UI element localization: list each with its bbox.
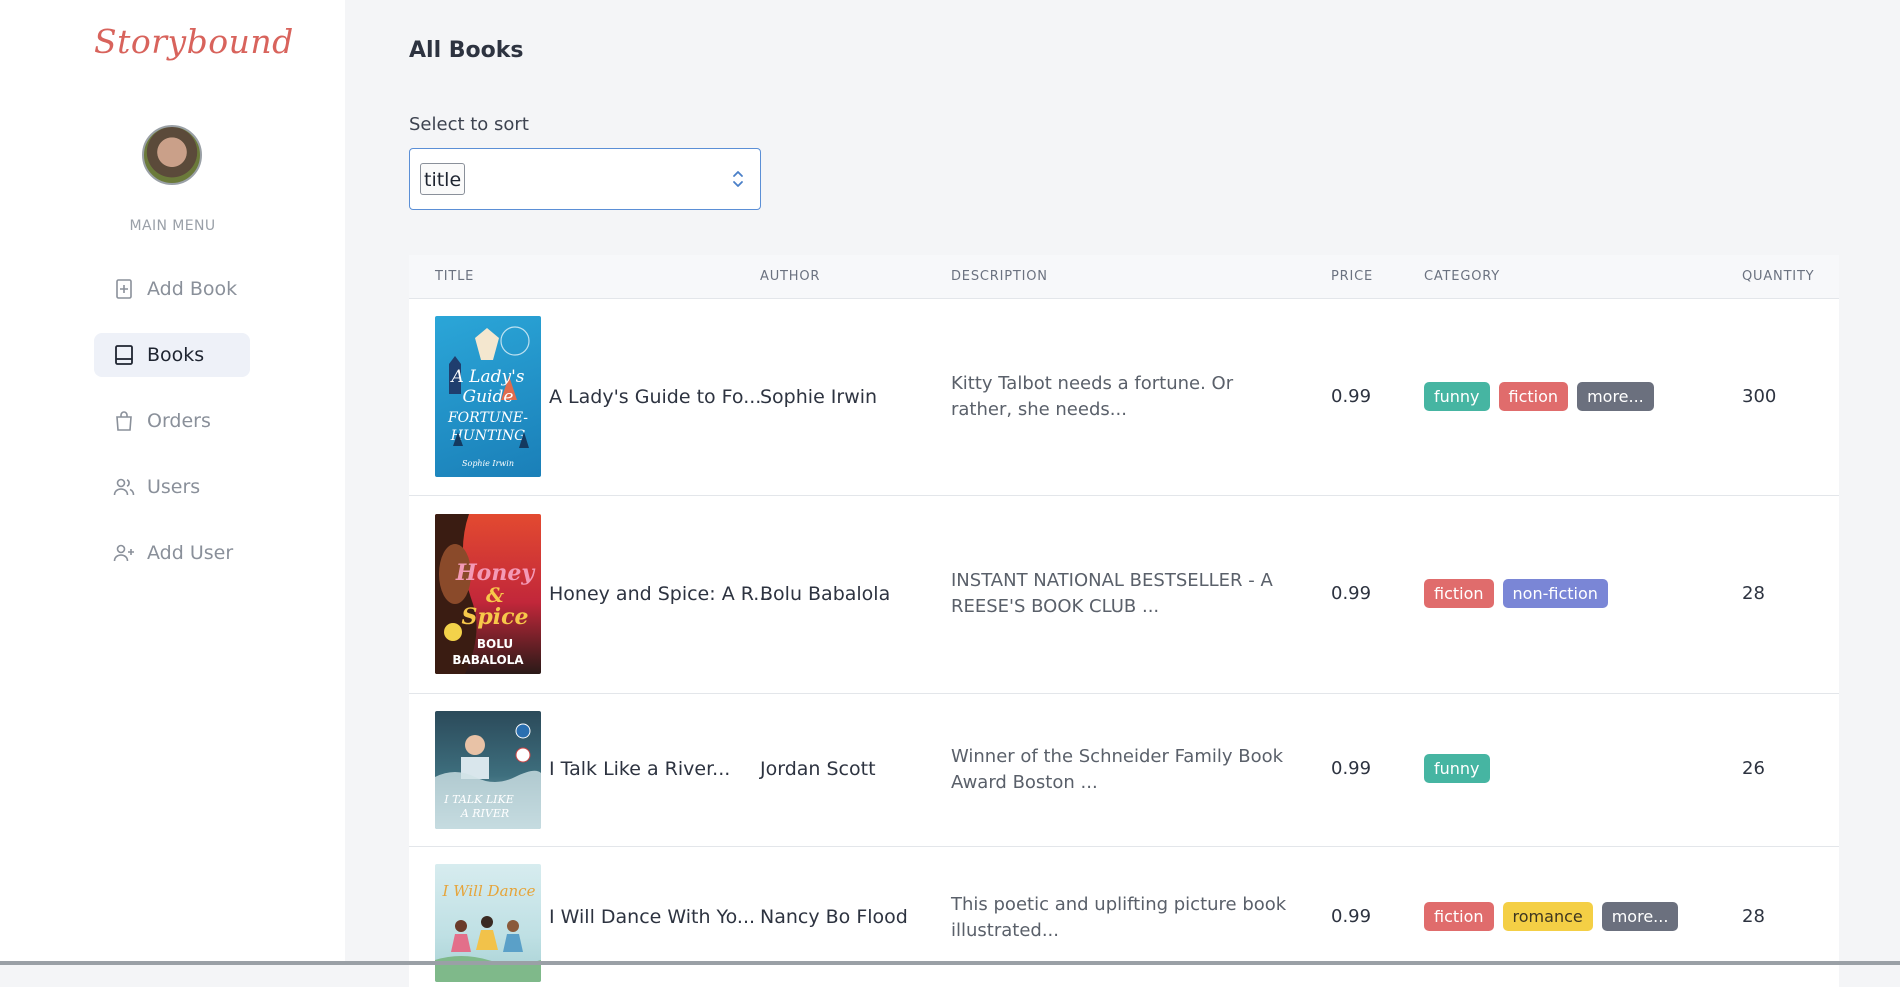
book-cover-art: I TALK LIKE A RIVER	[435, 723, 541, 829]
category-tags: funny	[1424, 754, 1490, 783]
sidebar-item-add-user[interactable]: Add User	[94, 531, 250, 575]
category-tag-more[interactable]: more...	[1577, 382, 1654, 411]
book-cover-art: A Lady's Guide FORTUNE- HUNTING Sophie I…	[447, 326, 530, 468]
category-tags: fiction non-fiction	[1424, 579, 1608, 608]
column-header-author[interactable]: AUTHOR	[760, 269, 820, 284]
category-tag-fiction[interactable]: fiction	[1424, 579, 1494, 608]
table-row[interactable]: Honey & Spice BOLU BABALOLA Honey and Sp…	[409, 496, 1839, 694]
category-tag-romance[interactable]: romance	[1502, 902, 1593, 931]
app-logo[interactable]: Storybound	[94, 22, 294, 61]
main-menu-heading: MAIN MENU	[129, 218, 216, 234]
book-description: INSTANT NATIONAL BESTSELLER - A REESE'S …	[951, 570, 1273, 617]
column-header-quantity[interactable]: QUANTITY	[1742, 269, 1814, 284]
book-description: Winner of the Schneider Family Book Awar…	[951, 746, 1284, 793]
sidebar-item-add-book[interactable]: Add Book	[94, 267, 250, 311]
table-row[interactable]: A Lady's Guide FORTUNE- HUNTING Sophie I…	[409, 299, 1839, 496]
window-bottom-edge	[0, 961, 1900, 965]
add-book-icon	[116, 279, 132, 299]
books-table: TITLE AUTHOR DESCRIPTION PRICE CATEGORY …	[409, 255, 1839, 987]
sort-select[interactable]: title	[409, 148, 761, 210]
category-tags: funny fiction more...	[1424, 382, 1654, 411]
book-cover: I TALK LIKE A RIVER	[435, 711, 541, 829]
column-header-price[interactable]: PRICE	[1331, 269, 1373, 284]
book-price: 0.99	[1331, 583, 1372, 604]
book-cover: Honey & Spice BOLU BABALOLA	[435, 514, 541, 674]
book-author: Jordan Scott	[760, 758, 876, 780]
book-description: Kitty Talbot needs a fortune. Or rather,…	[951, 373, 1234, 420]
book-description: This poetic and uplifting picture book i…	[951, 894, 1287, 941]
shopping-bag-icon	[116, 411, 132, 431]
sidebar-item-label: Books	[147, 344, 205, 366]
sidebar-item-orders[interactable]: Orders	[94, 399, 250, 443]
book-author: Bolu Babalola	[760, 583, 891, 605]
sidebar-item-label: Add User	[147, 542, 234, 564]
sort-label: Select to sort	[409, 114, 529, 135]
svg-text:BABALOLA: BABALOLA	[452, 653, 524, 667]
book-quantity: 28	[1742, 583, 1765, 604]
sidebar-item-users[interactable]: Users	[94, 465, 250, 509]
book-quantity: 300	[1742, 386, 1777, 407]
svg-text:I TALK LIKE: I TALK LIKE	[443, 793, 513, 806]
svg-text:Sophie Irwin: Sophie Irwin	[462, 459, 514, 468]
svg-text:FORTUNE-: FORTUNE-	[447, 410, 528, 426]
book-title[interactable]: A Lady's Guide to Fo...	[549, 386, 761, 408]
svg-text:Spice: Spice	[461, 604, 528, 630]
book-quantity: 26	[1742, 758, 1765, 779]
sidebar: Storybound MAIN MENU Add Book Books Orde…	[0, 0, 345, 965]
book-price: 0.99	[1331, 758, 1372, 779]
category-tag-fiction[interactable]: fiction	[1424, 902, 1494, 931]
column-header-description[interactable]: DESCRIPTION	[951, 269, 1048, 284]
chevron-up-down-icon	[733, 171, 743, 187]
main-menu: Add Book Books Orders Users Add User	[94, 267, 250, 597]
sort-selected-value[interactable]: title	[420, 163, 466, 195]
svg-text:Guide: Guide	[463, 387, 514, 407]
page-title: All Books	[409, 38, 524, 63]
book-cover: A Lady's Guide FORTUNE- HUNTING Sophie I…	[435, 316, 541, 477]
category-tag-funny[interactable]: funny	[1424, 754, 1490, 783]
svg-text:A Lady's: A Lady's	[450, 367, 525, 387]
table-row[interactable]: I TALK LIKE A RIVER I Talk Like a River.…	[409, 694, 1839, 847]
book-quantity: 28	[1742, 906, 1765, 927]
book-title[interactable]: I Talk Like a River...	[549, 758, 730, 780]
column-header-category[interactable]: CATEGORY	[1424, 269, 1500, 284]
category-tag-non-fiction[interactable]: non-fiction	[1502, 579, 1608, 608]
users-icon	[113, 478, 135, 496]
category-tag-funny[interactable]: funny	[1424, 382, 1490, 411]
table-header: TITLE AUTHOR DESCRIPTION PRICE CATEGORY …	[409, 255, 1839, 299]
column-header-title[interactable]: TITLE	[435, 269, 474, 284]
category-tags: fiction romance more...	[1424, 902, 1679, 931]
book-title[interactable]: I Will Dance With Yo...	[549, 906, 755, 928]
avatar[interactable]	[142, 125, 202, 185]
sidebar-item-label: Orders	[147, 410, 211, 432]
svg-text:BOLU: BOLU	[477, 637, 513, 651]
book-title[interactable]: Honey and Spice: A R...	[549, 583, 771, 605]
book-cover-art: Honey & Spice BOLU BABALOLA	[435, 514, 536, 674]
sidebar-item-label: Users	[147, 476, 201, 498]
book-author: Sophie Irwin	[760, 386, 878, 408]
table-row[interactable]: I Will Dance I Will Dance With Yo... Nan…	[409, 847, 1839, 987]
category-tag-more[interactable]: more...	[1601, 902, 1679, 931]
sidebar-item-books[interactable]: Books	[94, 333, 250, 377]
svg-text:I Will Dance: I Will Dance	[442, 882, 536, 900]
main-content: All Books Select to sort title TITLE AUT…	[345, 0, 1900, 987]
category-tag-fiction[interactable]: fiction	[1498, 382, 1569, 411]
svg-text:A RIVER: A RIVER	[460, 807, 509, 820]
book-price: 0.99	[1331, 906, 1372, 927]
add-user-icon	[113, 544, 134, 562]
book-icon	[115, 345, 133, 365]
sidebar-item-label: Add Book	[147, 278, 238, 300]
book-price: 0.99	[1331, 386, 1372, 407]
book-author: Nancy Bo Flood	[760, 906, 908, 928]
